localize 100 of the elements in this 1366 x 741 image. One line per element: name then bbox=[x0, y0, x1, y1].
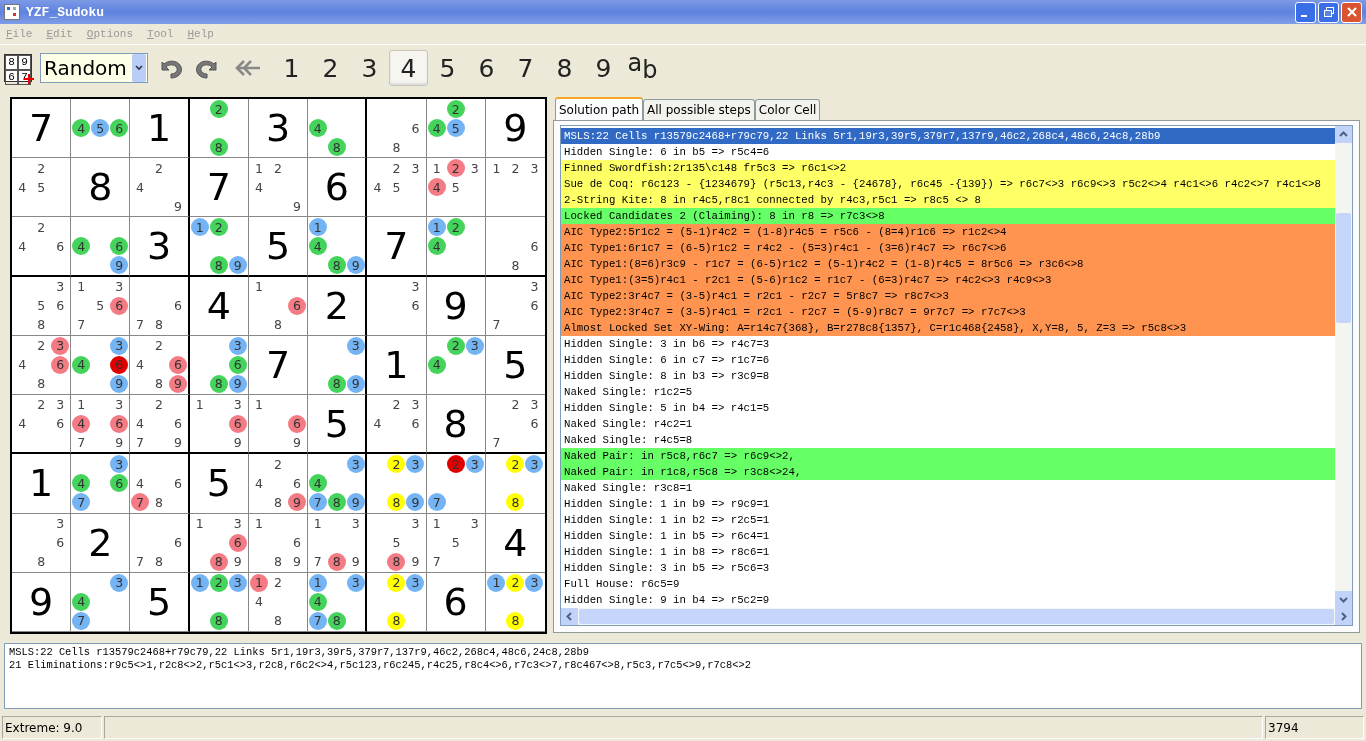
sudoku-cell[interactable]: 1 2 3 4 5 bbox=[426, 158, 486, 218]
sudoku-cell[interactable]: 7 bbox=[248, 335, 309, 396]
solution-step[interactable]: Hidden Single: 3 in b5 => r5c6=3 bbox=[561, 560, 1335, 576]
sudoku-cell[interactable]: 1 6 9 bbox=[248, 395, 309, 455]
sudoku-cell[interactable]: 1 bbox=[367, 335, 427, 396]
tab[interactable]: All possible steps bbox=[643, 99, 755, 120]
solution-step[interactable]: AIC Type2:3r4c7 = (3-5)r4c1 = r2c1 - r2c7 = (5-9)r8c7 = 9r7c7 => r7c7<>3 bbox=[561, 304, 1335, 320]
digit-button[interactable]: 2 bbox=[311, 50, 350, 86]
sudoku-cell[interactable]: 2 3 4 6 bbox=[367, 395, 427, 455]
sudoku-cell[interactable]: 3 6 bbox=[367, 276, 427, 336]
restore-button[interactable] bbox=[1318, 1, 1339, 23]
sudoku-cell[interactable]: 1 bbox=[12, 454, 72, 514]
solution-step[interactable]: Hidden Single: 5 in b4 => r4c1=5 bbox=[561, 400, 1335, 416]
solution-step[interactable]: Naked Single: r4c5=8 bbox=[561, 432, 1335, 448]
sudoku-cell[interactable]: 3 6 8 9 bbox=[189, 335, 249, 396]
sudoku-cell[interactable]: 3 6 8 bbox=[12, 513, 72, 573]
sudoku-cell[interactable]: 6 7 8 bbox=[130, 513, 190, 573]
sudoku-cell[interactable]: 4 6 9 bbox=[71, 217, 131, 277]
minimize-button[interactable] bbox=[1295, 1, 1316, 23]
solution-step[interactable]: Hidden Single: 3 in b6 => r4c7=3 bbox=[561, 336, 1335, 352]
sudoku-cell[interactable]: 6 8 bbox=[367, 99, 427, 159]
solution-step[interactable]: Hidden Single: 9 in b4 => r5c2=9 bbox=[561, 592, 1335, 608]
sudoku-cell[interactable]: 5 bbox=[189, 454, 249, 514]
scroll-up-icon[interactable] bbox=[1335, 126, 1352, 143]
back-arrow-icon[interactable] bbox=[234, 58, 262, 78]
digit-button[interactable]: 1 bbox=[272, 50, 311, 86]
sudoku-cell[interactable]: 3 5 8 9 bbox=[367, 513, 427, 573]
sudoku-cell[interactable]: 2 3 4 bbox=[426, 335, 486, 396]
sudoku-cell[interactable]: 6 8 bbox=[485, 217, 545, 277]
digit-button[interactable]: 5 bbox=[428, 50, 467, 86]
sudoku-cell[interactable]: 1 2 8 9 bbox=[189, 217, 249, 277]
sudoku-cell[interactable]: 2 3 8 bbox=[367, 572, 427, 632]
solution-step[interactable]: Hidden Single: 1 in b5 => r6c4=1 bbox=[561, 528, 1335, 544]
solution-step[interactable]: AIC Type1:(8=6)r3c9 - r1c7 = (6-5)r1c2 = (5-1)r4c2 = (1-8)r4c5 = 8r5c6 => r3c6<>8 bbox=[561, 256, 1335, 272]
sudoku-cell[interactable]: 1 3 6 9 bbox=[189, 395, 249, 455]
solution-step[interactable]: MSLS:22 Cells r13579c2468+r79c79,22 Links 5r1,19r3,39r5,379r7,137r9,46c2,268c4,48c6,24c8,28b9 bbox=[561, 128, 1335, 144]
sudoku-cell[interactable]: 3 4 6 9 bbox=[71, 335, 131, 396]
sudoku-cell[interactable]: 1 4 8 9 bbox=[308, 217, 368, 277]
digit-button[interactable]: 6 bbox=[467, 50, 506, 86]
sudoku-cell[interactable]: 9 bbox=[12, 572, 72, 632]
sudoku-cell[interactable]: 1 3 4 6 7 9 bbox=[71, 395, 131, 455]
horizontal-scrollbar[interactable] bbox=[561, 608, 1352, 625]
tab[interactable]: Color Cell bbox=[754, 99, 821, 120]
digit-button[interactable]: 8 bbox=[545, 50, 584, 86]
solution-step[interactable]: Naked Single: r3c8=1 bbox=[561, 480, 1335, 496]
sudoku-cell[interactable]: 5 bbox=[308, 395, 368, 455]
sudoku-cell[interactable]: 2 4 5 bbox=[426, 99, 486, 159]
sudoku-cell[interactable]: 4 bbox=[485, 513, 545, 573]
solution-step[interactable]: AIC Type1:(3=5)r4c1 - r2c1 = (5-6)r1c2 = r1c7 - (6=3)r4c7 => r4c2<>3 r4c9<>3 bbox=[561, 272, 1335, 288]
scrollbar-thumb[interactable] bbox=[1336, 213, 1351, 323]
sudoku-cell[interactable]: 1 3 4 7 8 bbox=[308, 572, 368, 632]
sudoku-cell[interactable]: 1 2 3 8 bbox=[189, 572, 249, 632]
digit-button[interactable]: 4 bbox=[389, 50, 428, 86]
sudoku-cell[interactable]: 1 3 6 8 9 bbox=[189, 513, 249, 573]
solution-step[interactable]: Almost Locked Set XY-Wing: A=r14c7{368}, B=r278c8{1357}, C=r1c468{2458}, X,Y=8, 5, Z=3 => r5c8<>3 bbox=[561, 320, 1335, 336]
sudoku-cell[interactable]: 9 bbox=[426, 276, 486, 336]
sudoku-cell[interactable]: 3 bbox=[248, 99, 309, 159]
sudoku-cell[interactable]: 2 3 7 bbox=[426, 454, 486, 514]
solution-step[interactable]: Hidden Single: 8 in b3 => r3c9=8 bbox=[561, 368, 1335, 384]
details-textbox[interactable] bbox=[4, 643, 1362, 709]
sudoku-cell[interactable]: 1 2 3 bbox=[485, 158, 545, 218]
scroll-down-icon[interactable] bbox=[1335, 591, 1352, 608]
sudoku-cell[interactable]: 3 4 6 7 bbox=[71, 454, 131, 514]
solution-step[interactable]: Hidden Single: 1 in b2 => r2c5=1 bbox=[561, 512, 1335, 528]
scrollbar-thumb[interactable] bbox=[579, 609, 1334, 624]
mode-dropdown[interactable]: Random bbox=[40, 53, 148, 83]
sudoku-cell[interactable]: 8 bbox=[71, 158, 131, 218]
sudoku-cell[interactable]: 4 8 bbox=[308, 99, 368, 159]
solution-step[interactable]: Locked Candidates 2 (Claiming): 8 in r8 => r7c3<>8 bbox=[561, 208, 1335, 224]
sudoku-cell[interactable]: 2 4 9 bbox=[130, 158, 190, 218]
solution-step[interactable]: Finned Swordfish:2r135\c148 fr5c3 => r6c1<>2 bbox=[561, 160, 1335, 176]
sudoku-cell[interactable]: 1 3 5 6 7 bbox=[71, 276, 131, 336]
sudoku-cell[interactable]: 2 3 6 7 bbox=[485, 395, 545, 455]
sudoku-cell[interactable]: 6 bbox=[308, 158, 368, 218]
sudoku-cell[interactable]: 3 5 6 8 bbox=[12, 276, 72, 336]
sudoku-cell[interactable]: 7 bbox=[12, 99, 72, 159]
sudoku-cell[interactable]: 2 4 6 bbox=[12, 217, 72, 277]
vertical-scrollbar[interactable] bbox=[1335, 126, 1352, 608]
digit-button[interactable]: 9 bbox=[584, 50, 623, 86]
sudoku-cell[interactable]: 1 3 5 7 bbox=[426, 513, 486, 573]
sudoku-cell[interactable]: 2 8 bbox=[189, 99, 249, 159]
tab[interactable]: Solution path bbox=[555, 97, 643, 120]
sudoku-cell[interactable]: 2 3 8 9 bbox=[367, 454, 427, 514]
sudoku-cell[interactable]: 1 3 7 8 9 bbox=[308, 513, 368, 573]
sudoku-cell[interactable]: 6 7 8 bbox=[130, 276, 190, 336]
solution-step[interactable]: Hidden Single: 1 in b9 => r9c9=1 bbox=[561, 496, 1335, 512]
sudoku-cell[interactable]: 1 2 3 8 bbox=[485, 572, 545, 632]
sudoku-cell[interactable]: 4 5 6 bbox=[71, 99, 131, 159]
sudoku-cell[interactable]: 1 2 4 8 bbox=[248, 572, 309, 632]
sudoku-cell[interactable]: 1 6 8 bbox=[248, 276, 309, 336]
sudoku-cell[interactable]: 5 bbox=[248, 217, 309, 277]
solution-step[interactable]: Hidden Single: 1 in b8 => r8c6=1 bbox=[561, 544, 1335, 560]
sudoku-cell[interactable]: 5 bbox=[485, 335, 545, 396]
sudoku-cell[interactable]: 2 4 6 8 9 bbox=[248, 454, 309, 514]
sudoku-cell[interactable]: 7 bbox=[367, 217, 427, 277]
sudoku-cell[interactable]: 1 2 4 9 bbox=[248, 158, 309, 218]
scroll-left-icon[interactable] bbox=[561, 608, 578, 625]
digit-button[interactable]: 3 bbox=[350, 50, 389, 86]
sudoku-cell[interactable]: 8 bbox=[426, 395, 486, 455]
sudoku-cell[interactable]: 2 3 4 6 bbox=[12, 395, 72, 455]
